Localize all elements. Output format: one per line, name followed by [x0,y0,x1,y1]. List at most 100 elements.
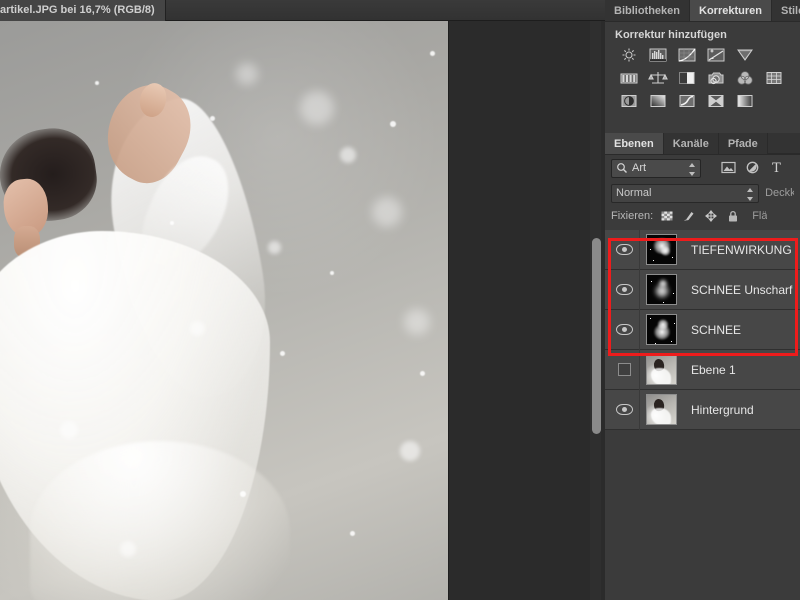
tab-bibliotheken[interactable]: Bibliotheken [605,0,691,21]
layer-filter-type-label: Art [632,162,647,174]
adjustments-panel-title: Korrektur hinzufügen [615,29,727,41]
layer-list: TIEFENWIRKUNG SCHNEE Unscharf SCHNEE Ebe… [605,229,800,430]
adjustment-icon-grid [605,47,800,109]
eye-icon [615,324,633,335]
photo-filter-icon[interactable] [706,70,726,86]
posterize-icon[interactable] [648,93,668,109]
layer-thumbnail-cell[interactable] [640,314,682,345]
snow-particle [60,421,78,439]
layer-visibility-toggle[interactable] [609,244,639,255]
snow-particle [430,51,435,56]
canvas-viewport[interactable] [0,21,605,600]
layer-visibility-toggle[interactable] [609,404,639,415]
snow-particle [268,241,281,254]
hue-saturation-icon[interactable] [619,70,639,86]
snow-particle [350,531,355,536]
layer-name: Hintergrund [691,402,754,417]
snow-blob-thumbnail [645,234,677,265]
document-tab-bar: artikel.JPG bei 16,7% (RGB/8) [0,0,605,21]
snow-particle [190,321,205,336]
snow-particle [300,91,334,125]
selective-color-icon[interactable] [706,93,726,109]
eye-icon [615,244,633,255]
snow-particle [404,309,430,335]
layers-panel: Ebenen Kanäle Pfade Art T Normal Deckk F… [605,133,800,600]
color-balance-icon[interactable] [648,70,668,86]
channel-mixer-icon[interactable] [735,70,755,86]
layer-name: Ebene 1 [691,362,736,377]
tab-pfade[interactable]: Pfade [718,133,768,154]
levels-icon[interactable] [648,47,668,63]
svg-text:T: T [772,161,781,175]
exposure-icon[interactable] [706,47,726,63]
curves-icon[interactable] [677,47,697,63]
lock-image-icon[interactable] [682,209,697,224]
tab-ebenen[interactable]: Ebenen [605,133,664,154]
layer-row-tiefenwirkung[interactable]: TIEFENWIRKUNG [605,229,800,270]
pixel-layer-filter-icon[interactable] [720,160,737,177]
layer-name: SCHNEE [691,322,742,337]
document-tab[interactable]: artikel.JPG bei 16,7% (RGB/8) [0,0,166,21]
snow-blob-thumbnail [645,274,677,305]
layers-tab-strip: Ebenen Kanäle Pfade [605,133,800,155]
layer-thumbnail-cell[interactable] [640,354,682,385]
layer-row-schnee[interactable]: SCHNEE [605,309,800,350]
type-layer-filter-icon[interactable]: T [768,160,785,177]
layer-filter-type-select[interactable]: Art [611,158,701,178]
photo-thumbnail [645,394,677,425]
layer-row-schnee-unscharf[interactable]: SCHNEE Unscharf [605,269,800,310]
layer-visibility-toggle[interactable] [609,284,639,295]
gradient-map-icon[interactable] [735,93,755,109]
lock-position-icon[interactable] [704,209,719,224]
layer-thumbnail-cell[interactable] [640,234,682,265]
snow-particle [372,197,402,227]
snow-particle [390,121,396,127]
tab-strip-filler [767,133,800,154]
color-lookup-icon[interactable] [764,70,784,86]
canvas-scrollbar-track[interactable] [590,21,601,600]
layer-visibility-toggle[interactable] [609,324,639,335]
photoshop-window: artikel.JPG bei 16,7% (RGB/8) Bibliothek… [0,0,800,600]
adjustment-icon-row-3 [619,93,800,109]
lock-all-icon[interactable] [726,209,741,224]
tab-stile[interactable]: Stile [771,0,800,21]
adjustments-tab-strip: Bibliotheken Korrekturen Stile [605,0,800,22]
brightness-contrast-icon[interactable] [619,47,639,63]
layer-row-ebene-1[interactable]: Ebene 1 [605,349,800,390]
eye-off-icon [617,363,631,376]
layer-row-hintergrund[interactable]: Hintergrund [605,389,800,430]
threshold-icon[interactable] [677,93,697,109]
layer-name: SCHNEE Unscharf [691,282,793,297]
blend-mode-value: Normal [616,187,652,199]
adjustments-panel: Korrektur hinzufügen [605,22,800,134]
fill-label: Flä [752,210,768,222]
snow-particle [420,371,425,376]
eye-icon [615,284,633,295]
canvas-edge [448,21,449,600]
blend-mode-row: Normal Deckk [605,181,800,205]
snow-particle [240,491,246,497]
snow-particle [280,351,285,356]
invert-icon[interactable] [619,93,639,109]
tab-kanaele[interactable]: Kanäle [663,133,719,154]
adjustment-icon-row-2 [619,70,800,86]
chevron-updown-icon[interactable] [689,162,696,176]
vibrance-icon[interactable] [735,47,755,63]
blend-mode-select[interactable]: Normal [611,183,760,203]
chevron-updown-icon[interactable] [747,187,754,201]
tab-korrekturen[interactable]: Korrekturen [690,0,772,21]
snow-particle [330,271,334,275]
adjustment-layer-filter-icon[interactable] [744,160,761,177]
black-white-icon[interactable] [677,70,697,86]
layer-visibility-toggle[interactable] [609,363,639,376]
canvas-scrollbar-thumb[interactable] [592,238,601,434]
photo-thumbnail [645,354,677,385]
layer-thumbnail-cell[interactable] [640,274,682,305]
adjustment-icon-row-1 [619,47,800,63]
lock-transparency-icon[interactable] [660,209,675,224]
document-area: artikel.JPG bei 16,7% (RGB/8) [0,0,605,600]
layer-filter-row: Art T [605,155,800,181]
right-panel-dock: Bibliotheken Korrekturen Stile Korrektur… [605,0,800,600]
snow-particle [400,441,420,461]
layer-thumbnail-cell[interactable] [640,394,682,425]
